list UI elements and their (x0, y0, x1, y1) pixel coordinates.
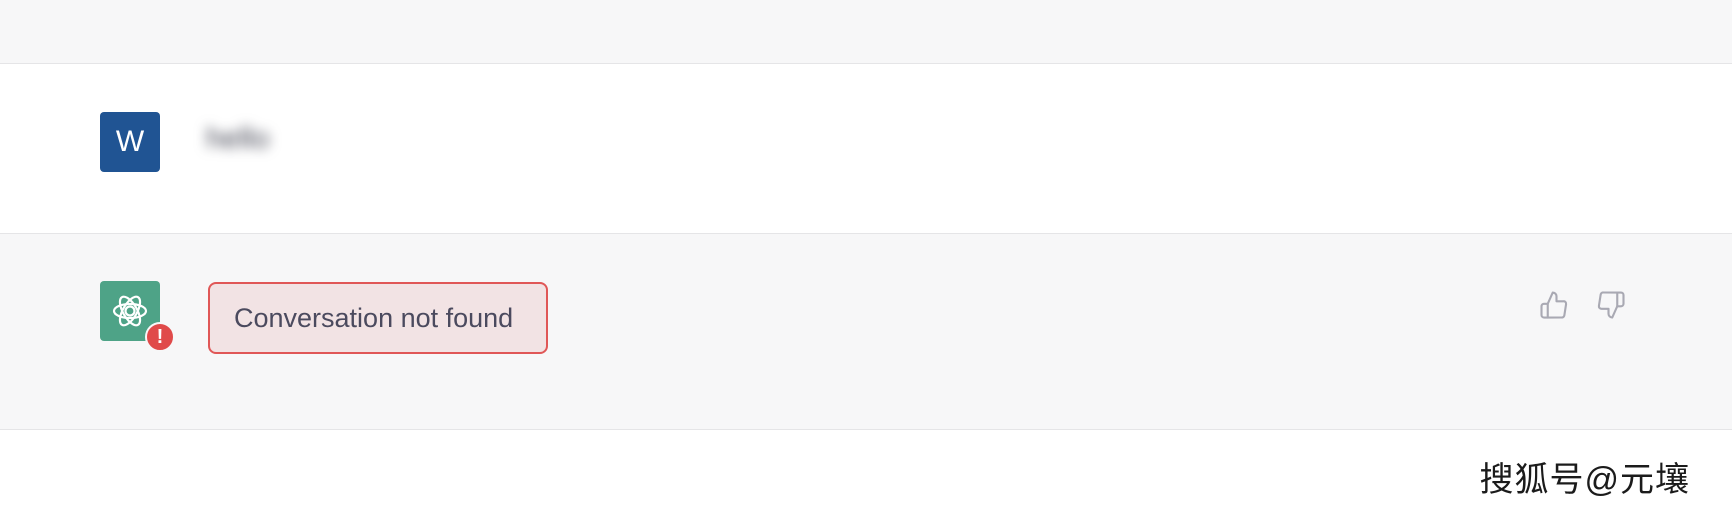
error-badge-mark: ! (156, 325, 164, 348)
error-message-box: Conversation not found (208, 282, 548, 354)
thumbs-up-icon (1540, 291, 1568, 319)
top-band (0, 0, 1732, 64)
thumbs-down-button[interactable] (1594, 288, 1628, 322)
user-message-row: W hello (0, 64, 1732, 234)
user-avatar-letter: W (115, 125, 145, 158)
openai-logo-icon (112, 295, 148, 327)
error-message-text: Conversation not found (234, 302, 514, 333)
user-avatar: W (100, 112, 160, 172)
bottom-area: 搜狐号@元壤 (0, 430, 1732, 514)
watermark: 搜狐号@元壤 (1479, 461, 1690, 499)
error-badge: ! (145, 322, 175, 352)
assistant-message-row: Conversation not found (0, 234, 1732, 430)
user-message-text: hello (206, 122, 270, 155)
thumbs-up-button[interactable] (1537, 288, 1571, 322)
chat-page: W hello Conversation not found ! 搜狐号@元壤 (0, 0, 1732, 514)
thumbs-down-icon (1597, 291, 1625, 319)
